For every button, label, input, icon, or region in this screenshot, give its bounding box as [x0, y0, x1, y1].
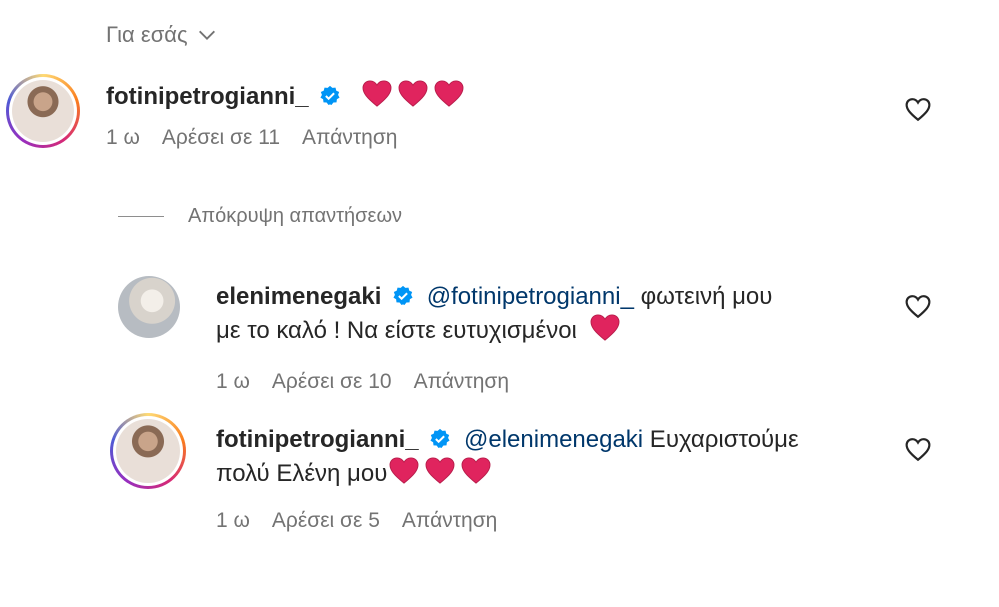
- mention-link[interactable]: @elenimenegaki: [464, 426, 643, 453]
- comment: fotinipetrogianni_ 1 ω Αρέσει σε 11 Απάν…: [6, 74, 464, 150]
- avatar[interactable]: [110, 413, 186, 489]
- avatar[interactable]: [118, 276, 180, 338]
- comment-text: με το καλό ! Να είστε ευτυχισμένοι: [216, 317, 577, 344]
- likes-count-button[interactable]: Αρέσει σε 10: [272, 370, 392, 394]
- reply-comment: elenimenegaki @fotinipetrogianni_ φωτειν…: [118, 276, 772, 394]
- heart-emoji-icon: [425, 457, 455, 484]
- filter-label: Για εσάς: [106, 22, 188, 47]
- verified-badge-icon: [430, 428, 450, 448]
- heart-emoji-icon: [590, 314, 620, 341]
- hide-replies-label: Απόκρυψη απαντήσεων: [188, 205, 403, 227]
- heart-emoji-icon: [461, 457, 491, 484]
- verified-badge-icon: [393, 285, 413, 305]
- comment-username[interactable]: fotinipetrogianni_: [106, 83, 309, 110]
- likes-count-button[interactable]: Αρέσει σε 11: [162, 126, 280, 150]
- avatar[interactable]: [6, 74, 80, 148]
- heart-emoji-group: [590, 314, 620, 342]
- comment-text: φωτεινή μου: [633, 283, 773, 310]
- likes-count-button[interactable]: Αρέσει σε 5: [272, 509, 380, 533]
- heart-emoji-group: [362, 80, 464, 108]
- mention-link[interactable]: @fotinipetrogianni_: [427, 283, 634, 310]
- divider: [118, 216, 164, 217]
- hide-replies-button[interactable]: Απόκρυψη απαντήσεων: [118, 205, 402, 228]
- heart-outline-icon[interactable]: [905, 437, 931, 463]
- comment-time: 1 ω: [106, 126, 140, 149]
- heart-emoji-icon: [362, 80, 392, 107]
- heart-emoji-icon: [398, 80, 428, 107]
- comment-time: 1 ω: [216, 509, 250, 532]
- comment-time: 1 ω: [216, 370, 250, 393]
- chevron-down-icon: [198, 30, 215, 40]
- reply-button[interactable]: Απάντηση: [414, 370, 509, 394]
- comment-username[interactable]: fotinipetrogianni_: [216, 426, 419, 453]
- comment-text: πολύ Ελένη μου: [216, 460, 388, 487]
- reply-button[interactable]: Απάντηση: [402, 509, 497, 533]
- verified-badge-icon: [320, 85, 340, 105]
- reply-button[interactable]: Απάντηση: [302, 126, 397, 150]
- comment-text: Ευχαριστούμε: [643, 426, 799, 453]
- heart-emoji-group: [389, 457, 491, 485]
- for-you-filter[interactable]: Για εσάς: [106, 22, 218, 48]
- reply-comment: fotinipetrogianni_ @elenimenegaki Ευχαρι…: [110, 413, 799, 533]
- heart-emoji-icon: [434, 80, 464, 107]
- heart-outline-icon[interactable]: [905, 294, 931, 320]
- heart-outline-icon[interactable]: [905, 97, 931, 123]
- comment-username[interactable]: elenimenegaki: [216, 283, 381, 310]
- heart-emoji-icon: [389, 457, 419, 484]
